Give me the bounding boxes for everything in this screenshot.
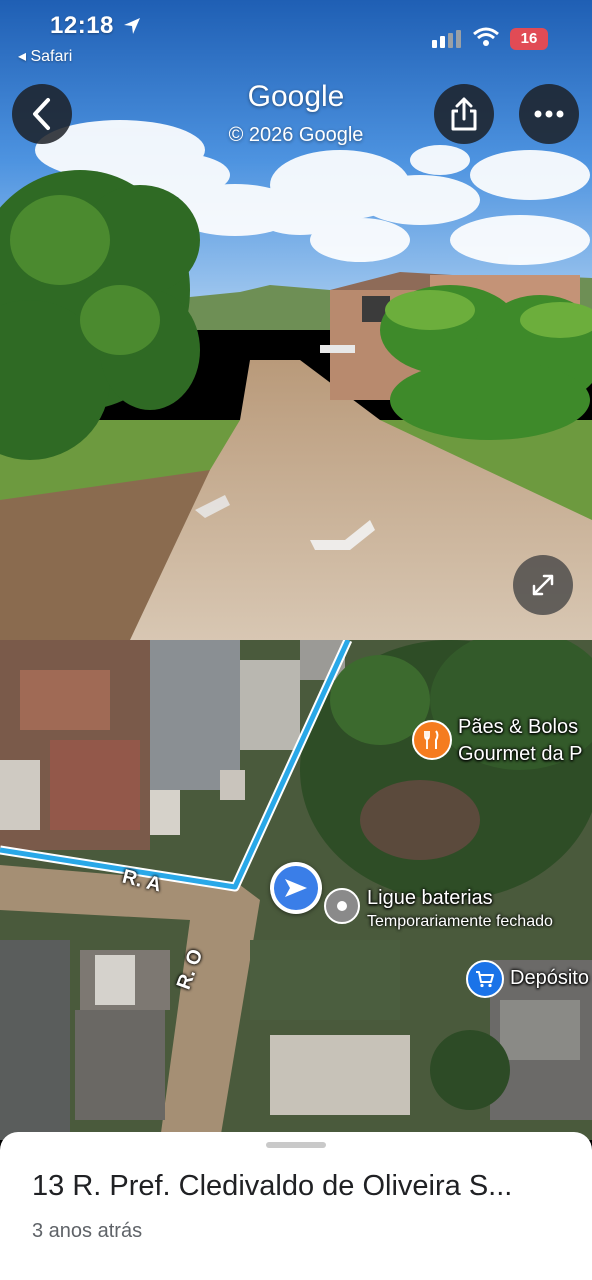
location-arrow-icon	[122, 16, 142, 41]
poi-status: Temporariamente fechado	[367, 913, 553, 930]
place-icon	[337, 901, 347, 911]
bottom-sheet[interactable]: 13 R. Pref. Cledivaldo de Oliveira S... …	[0, 1132, 592, 1280]
poi-store-marker[interactable]	[466, 960, 504, 998]
address-title: 13 R. Pref. Cledivaldo de Oliveira S...	[32, 1170, 513, 1202]
poi-name-line2[interactable]: Gourmet da P	[458, 743, 583, 766]
restaurant-icon	[424, 730, 439, 749]
current-position-marker[interactable]	[270, 862, 322, 914]
sheet-drag-handle[interactable]	[266, 1142, 326, 1148]
battery-indicator: 16	[510, 28, 548, 50]
back-button[interactable]	[12, 84, 72, 144]
share-icon	[451, 97, 477, 131]
chevron-left-icon	[33, 98, 50, 130]
navigation-arrow-icon	[285, 879, 307, 897]
more-horizontal-icon	[534, 110, 564, 118]
more-options-button[interactable]	[519, 84, 579, 144]
poi-name-line1[interactable]: Pães & Bolos	[458, 716, 578, 739]
wifi-icon	[472, 26, 500, 53]
expand-icon	[532, 574, 554, 596]
poi-restaurant-marker[interactable]	[412, 720, 452, 760]
copyright-text: © 2026 Google	[228, 124, 364, 146]
expand-button[interactable]	[513, 555, 573, 615]
poi-place-marker[interactable]	[324, 888, 360, 924]
viewer-title: Google	[247, 80, 345, 113]
shopping-cart-icon	[476, 971, 494, 988]
poi-name[interactable]: Ligue baterias	[367, 887, 493, 910]
status-time: 12:18	[50, 12, 114, 39]
share-button[interactable]	[434, 84, 494, 144]
back-to-safari-link[interactable]: ◂ Safari	[18, 46, 72, 66]
satellite-map[interactable]: R. A R. O Pães & Bolos Gourmet da P Ligu…	[0, 640, 592, 1140]
poi-name[interactable]: Depósito	[510, 967, 589, 990]
cellular-signal-icon	[432, 30, 462, 55]
capture-age: 3 anos atrás	[32, 1220, 143, 1242]
